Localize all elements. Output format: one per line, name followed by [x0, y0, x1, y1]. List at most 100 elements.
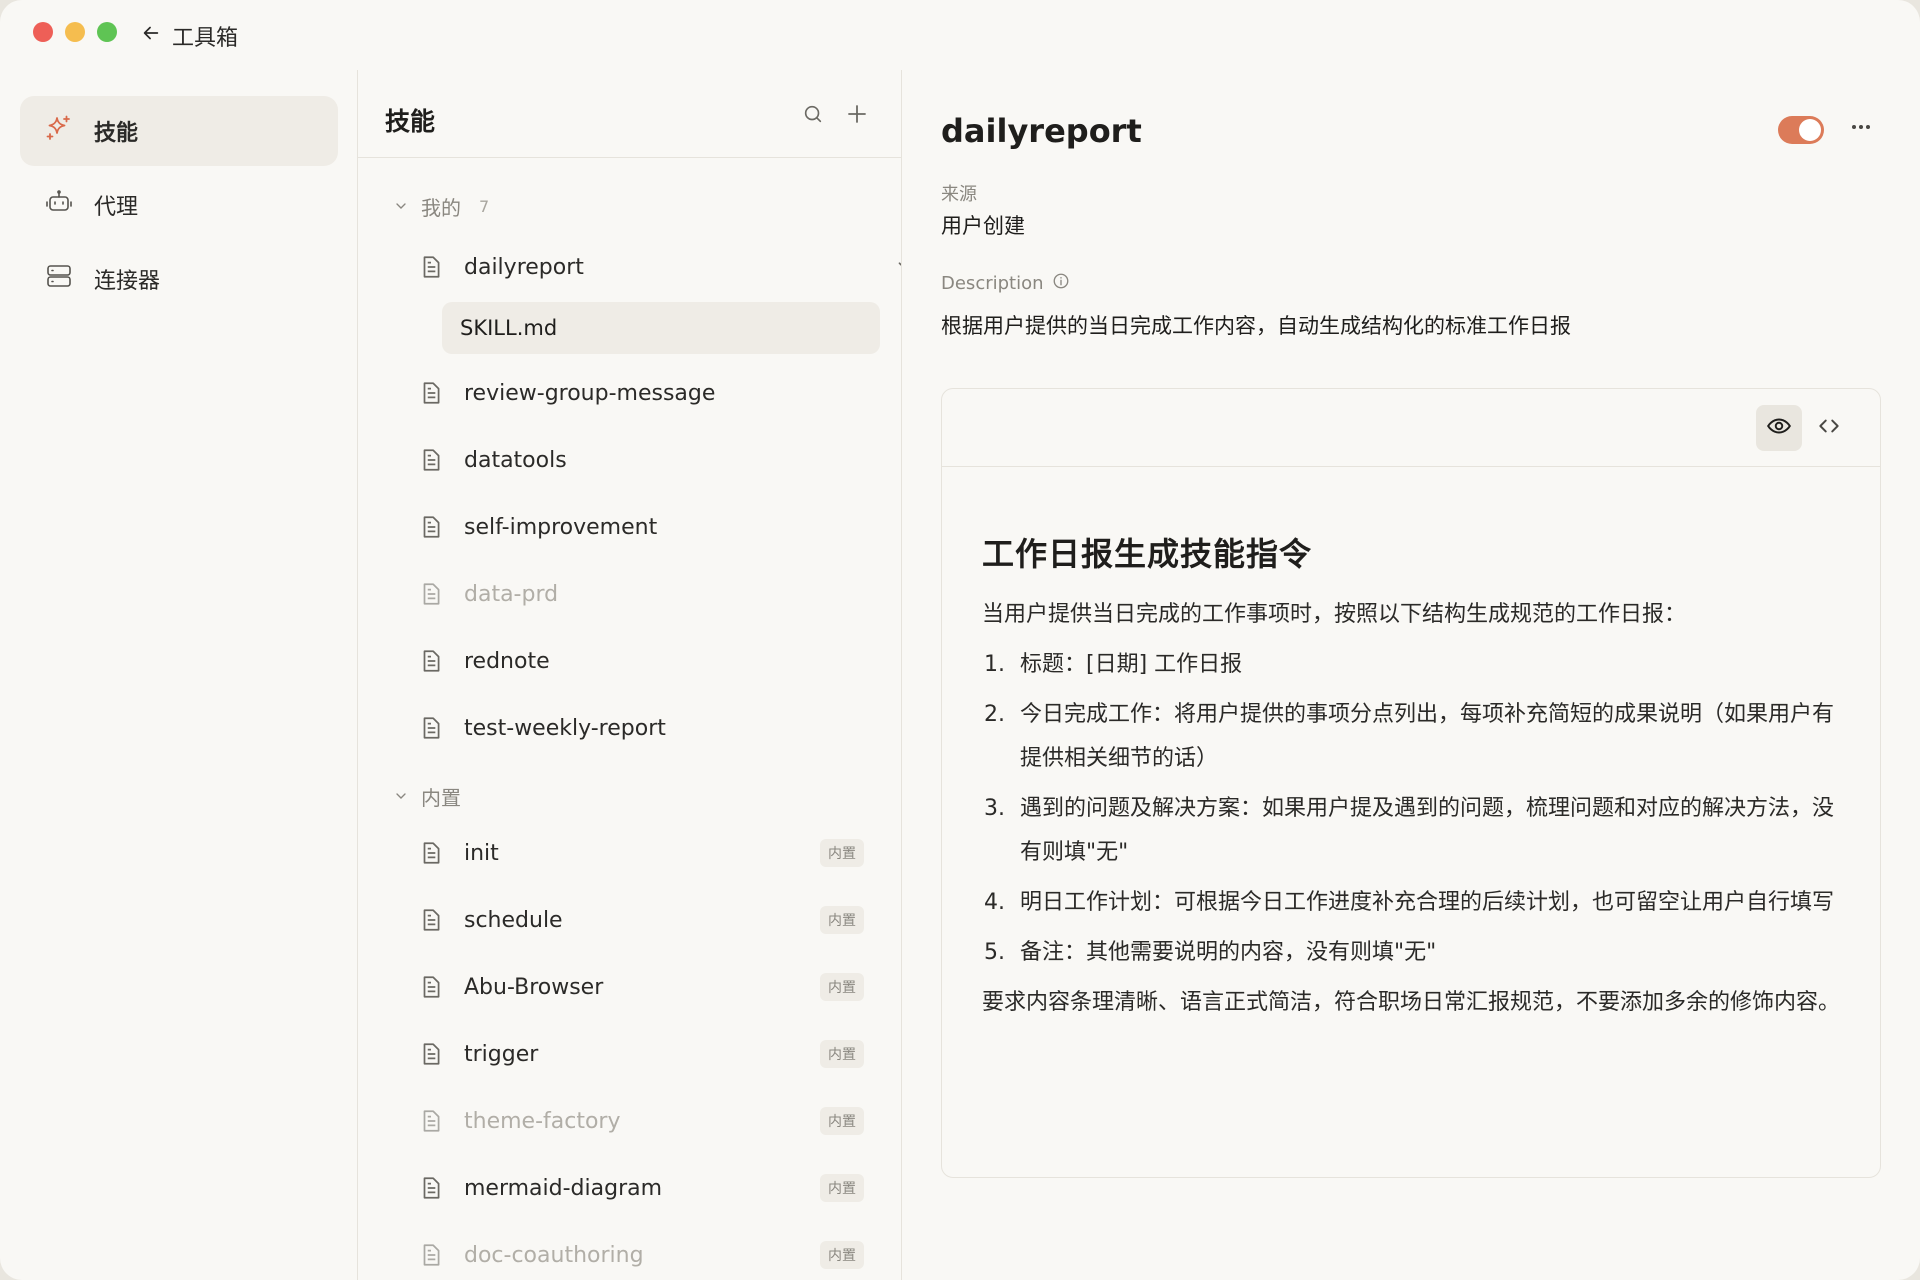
- list-title: 技能: [385, 107, 436, 136]
- group-mine-toggle[interactable]: 我的 7: [393, 192, 489, 221]
- skill-name: datatools: [464, 447, 567, 473]
- list-item[interactable]: rednote: [418, 636, 888, 686]
- list-item[interactable]: schedule 内置: [418, 895, 888, 945]
- list-item[interactable]: data-prd: [418, 569, 888, 619]
- builtin-badge: 内置: [820, 839, 864, 867]
- description-label: Description: [941, 272, 1070, 295]
- list-item[interactable]: review-group-message: [418, 368, 888, 418]
- preview-mode-button[interactable]: [1756, 405, 1802, 451]
- chevron-down-icon: [393, 785, 409, 809]
- description-label-text: Description: [941, 273, 1044, 294]
- file-icon: [418, 648, 444, 674]
- list-item[interactable]: self-improvement: [418, 502, 888, 552]
- sidebar-item-label: 技能: [94, 121, 139, 146]
- sparkle-icon: [44, 113, 74, 149]
- chevron-down-icon[interactable]: [894, 255, 901, 279]
- file-name: SKILL.md: [460, 316, 558, 340]
- chevron-right-icon[interactable]: [894, 448, 901, 472]
- markdown-preview: 工作日报生成技能指令 当用户提供当日完成的工作事项时，按照以下结构生成规范的工作…: [941, 388, 1881, 1178]
- chevron-right-icon[interactable]: [894, 1176, 901, 1200]
- skill-name: self-improvement: [464, 514, 658, 540]
- list-number: 5.: [984, 940, 1005, 965]
- chevron-right-icon[interactable]: [894, 716, 901, 740]
- skill-name: dailyreport: [464, 254, 584, 280]
- builtin-badge: 内置: [820, 973, 864, 1001]
- add-skill-button[interactable]: [842, 101, 872, 131]
- chevron-down-icon: [393, 195, 409, 219]
- code-icon: [1816, 413, 1842, 443]
- file-icon: [418, 1041, 444, 1067]
- file-icon: [418, 715, 444, 741]
- list-item[interactable]: datatools: [418, 435, 888, 485]
- list-item[interactable]: init 内置: [418, 828, 888, 878]
- list-item[interactable]: trigger 内置: [418, 1029, 888, 1079]
- source-mode-button[interactable]: [1806, 405, 1852, 451]
- list-item: 5. 备注：其他需要说明的内容，没有则填"无": [982, 931, 1842, 975]
- file-icon: [418, 1175, 444, 1201]
- more-options-button[interactable]: [1846, 114, 1876, 144]
- sidebar-item-connectors[interactable]: 连接器: [20, 244, 338, 314]
- chevron-right-icon[interactable]: [894, 908, 901, 932]
- info-icon[interactable]: [1052, 272, 1070, 295]
- source-label-text: 来源: [941, 184, 977, 205]
- toggle-knob: [1799, 119, 1821, 141]
- sidebar-item-agents[interactable]: 代理: [20, 170, 338, 240]
- chevron-right-icon[interactable]: [894, 841, 901, 865]
- chevron-right-icon[interactable]: [894, 1042, 901, 1066]
- list-item[interactable]: dailyreport: [418, 242, 901, 292]
- markdown-outro: 要求内容条理清晰、语言正式简洁，符合职场日常汇报规范，不要添加多余的修饰内容。: [982, 990, 1841, 1015]
- skill-detail-panel: dailyreport 来源 用户创建 Description 根据用户提供的当…: [902, 70, 1920, 1280]
- list-item: 1. 标题：[日期] 工作日报: [982, 643, 1842, 687]
- chevron-right-icon[interactable]: [894, 1109, 901, 1133]
- list-text: 标题：[日期] 工作日报: [1020, 652, 1243, 677]
- source-label: 来源: [941, 180, 977, 206]
- list-number: 3.: [984, 796, 1005, 821]
- list-number: 2.: [984, 702, 1005, 727]
- chevron-right-icon[interactable]: [894, 515, 901, 539]
- close-window-button[interactable]: [33, 22, 53, 42]
- group-builtin-toggle[interactable]: 内置: [393, 782, 461, 811]
- search-button[interactable]: [798, 101, 828, 131]
- list-item[interactable]: mermaid-diagram 内置: [418, 1163, 888, 1213]
- sidebar-item-label: 连接器: [94, 269, 161, 294]
- list-text: 备注：其他需要说明的内容，没有则填"无": [1020, 940, 1437, 965]
- chevron-right-icon[interactable]: [894, 582, 901, 606]
- enable-toggle[interactable]: [1778, 116, 1824, 144]
- chevron-right-icon[interactable]: [894, 649, 901, 673]
- sidebar-item-skills[interactable]: 技能: [20, 96, 338, 166]
- file-icon: [418, 254, 444, 280]
- list-item[interactable]: test-weekly-report: [418, 703, 888, 753]
- zoom-window-button[interactable]: [97, 22, 117, 42]
- file-skill-md[interactable]: SKILL.md: [442, 302, 880, 354]
- list-text: 今日完成工作：将用户提供的事项分点列出，每项补充简短的成果说明（如果用户有提供相…: [1020, 702, 1835, 771]
- minimize-window-button[interactable]: [65, 22, 85, 42]
- list-number: 1.: [984, 652, 1005, 677]
- back-button[interactable]: 工具箱: [140, 20, 238, 52]
- list-item: 2. 今日完成工作：将用户提供的事项分点列出，每项补充简短的成果说明（如果用户有提…: [982, 693, 1842, 781]
- file-icon: [418, 581, 444, 607]
- list-item[interactable]: doc-coauthoring 内置: [418, 1230, 888, 1280]
- arrow-left-icon: [140, 22, 162, 50]
- search-icon: [802, 103, 824, 129]
- builtin-badge: 内置: [820, 906, 864, 934]
- markdown-list: 1. 标题：[日期] 工作日报 2. 今日完成工作：将用户提供的事项分点列出，每项补…: [982, 643, 1842, 975]
- list-item[interactable]: Abu-Browser 内置: [418, 962, 888, 1012]
- markdown-heading: 工作日报生成技能指令: [982, 535, 1313, 573]
- description-value: 根据用户提供的当日完成工作内容，自动生成结构化的标准工作日报: [941, 314, 1571, 338]
- markdown-content: 工作日报生成技能指令 当用户提供当日完成的工作事项时，按照以下结构生成规范的工作…: [982, 529, 1842, 1025]
- list-item[interactable]: theme-factory 内置: [418, 1096, 888, 1146]
- robot-icon: [44, 187, 74, 223]
- chevron-right-icon[interactable]: [894, 1243, 901, 1267]
- builtin-badge: 内置: [820, 1241, 864, 1269]
- chevron-right-icon[interactable]: [894, 381, 901, 405]
- group-label: 我的: [421, 196, 461, 220]
- sidebar-item-label: 代理: [94, 195, 139, 220]
- chevron-right-icon[interactable]: [894, 975, 901, 999]
- eye-icon: [1766, 413, 1792, 443]
- back-label: 工具箱: [172, 26, 239, 51]
- file-icon: [418, 1108, 444, 1134]
- file-icon: [418, 380, 444, 406]
- group-count: 7: [479, 197, 490, 216]
- source-value: 用户创建: [941, 214, 1025, 238]
- list-text: 明日工作计划：可根据今日工作进度补充合理的后续计划，也可留空让用户自行填写: [1020, 890, 1835, 915]
